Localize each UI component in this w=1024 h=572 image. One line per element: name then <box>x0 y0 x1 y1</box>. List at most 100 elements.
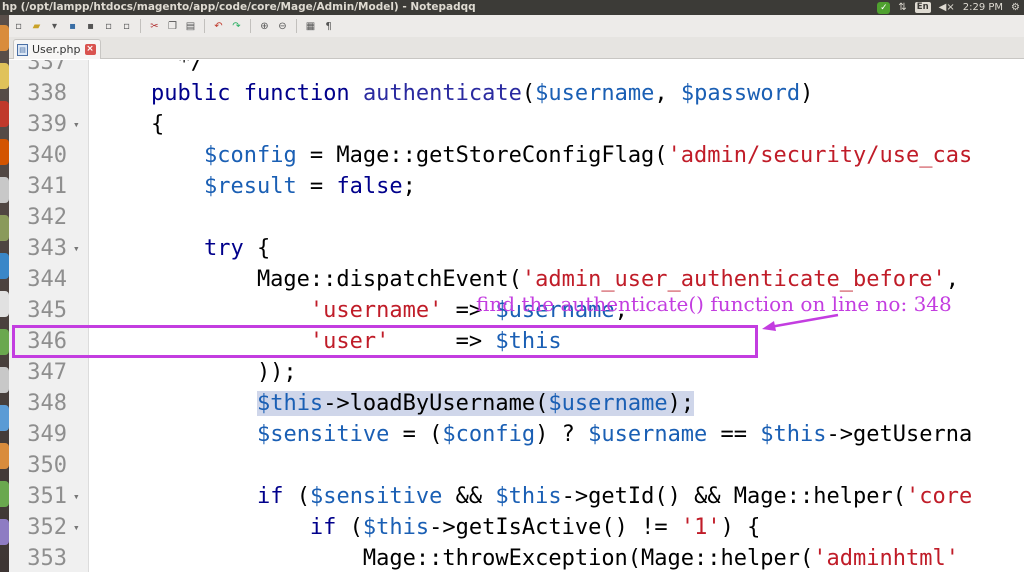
code-line[interactable]: 341 $result = false; <box>9 171 1024 202</box>
save-icon[interactable]: ▪ <box>66 20 79 33</box>
save-all-icon[interactable]: ▪ <box>84 20 97 33</box>
code-token: $this <box>495 484 562 509</box>
volume-icon[interactable]: ◀× <box>939 0 955 15</box>
launcher-item-icon[interactable] <box>0 253 9 279</box>
file-icon: ▤ <box>17 43 28 56</box>
window-title: hp (/opt/lampp/htdocs/magento/app/code/c… <box>2 1 476 13</box>
code-line[interactable]: 351 ▾ if ($sensitive && $this->getId() &&… <box>9 481 1024 512</box>
code-line[interactable]: 353 Mage::throwException(Mage::helper('a… <box>9 543 1024 572</box>
reload-icon[interactable]: ▾ <box>48 20 61 33</box>
code-token: = <box>296 174 337 199</box>
fold-marker-icon[interactable]: ▾ <box>73 109 80 140</box>
code-token: ( <box>336 515 363 540</box>
launcher-item-icon[interactable] <box>0 63 9 89</box>
code-line[interactable]: 348 $this->loadByUsername($username); <box>9 388 1024 419</box>
code-token: && <box>442 484 496 509</box>
network-icon[interactable]: ⇅ <box>898 0 906 15</box>
code-token: ; <box>402 174 416 199</box>
line-number: 337 <box>27 60 67 75</box>
code-text: $result = false; <box>98 171 416 202</box>
fold-marker-icon[interactable]: ▾ <box>73 512 80 543</box>
code-line[interactable]: 343 ▾ try { <box>9 233 1024 264</box>
code-token: $username <box>548 391 668 416</box>
launcher-item-icon[interactable] <box>0 443 9 469</box>
new-file-icon[interactable]: ▫ <box>12 20 25 33</box>
code-token: $result <box>203 174 297 199</box>
close-all-icon[interactable]: ▫ <box>120 20 133 33</box>
code-token: , <box>945 267 959 292</box>
line-number: 351 <box>27 484 67 509</box>
settings-gear-icon[interactable]: ⚙ <box>1011 0 1020 15</box>
highlight-box <box>12 325 758 358</box>
code-token: $username <box>535 81 655 106</box>
code-line[interactable]: 349 $sensitive = ($config) ? $username =… <box>9 419 1024 450</box>
code-token: ) <box>800 81 814 106</box>
code-token: = ( <box>389 422 443 447</box>
zoom-in-icon[interactable]: ⊕ <box>258 20 271 33</box>
launcher-item-icon[interactable] <box>0 177 9 203</box>
code-line[interactable]: 350 <box>9 450 1024 481</box>
annotation-text: find the authenticate() function on line… <box>476 292 952 316</box>
code-line[interactable]: 337 */ <box>9 60 1024 78</box>
code-text: if ($sensitive && $this->getId() && Mage… <box>98 481 972 512</box>
tab-bar: ▤ User.php × <box>9 37 1024 59</box>
launcher-item-icon[interactable] <box>0 215 9 241</box>
code-token: if <box>256 484 284 509</box>
code-line[interactable]: 342 <box>9 202 1024 233</box>
zoom-out-icon[interactable]: ⊖ <box>276 20 289 33</box>
code-text: */ <box>98 60 204 78</box>
line-number: 343 <box>27 236 67 261</box>
unity-launcher <box>0 15 9 572</box>
launcher-item-icon[interactable] <box>0 139 9 165</box>
launcher-item-icon[interactable] <box>0 481 9 507</box>
code-line[interactable]: 340 $config = Mage::getStoreConfigFlag('… <box>9 140 1024 171</box>
launcher-item-icon[interactable] <box>0 291 9 317</box>
code-text: Mage::throwException(Mage::helper('admin… <box>98 543 959 572</box>
code-token: function <box>243 81 350 106</box>
launcher-item-icon[interactable] <box>0 367 9 393</box>
code-editor[interactable]: 337 */338 public function authenticate($… <box>9 60 1024 572</box>
code-token: $this <box>256 391 324 416</box>
clock[interactable]: 2:29 PM <box>963 0 1003 15</box>
cut-icon[interactable]: ✂ <box>148 20 161 33</box>
code-line[interactable]: 339 ▾ { <box>9 109 1024 140</box>
line-number: 347 <box>27 360 67 385</box>
close-tab-icon[interactable]: × <box>84 44 96 55</box>
code-token: false <box>336 174 403 199</box>
close-file-icon[interactable]: ▫ <box>102 20 115 33</box>
launcher-item-icon[interactable] <box>0 329 9 355</box>
code-token: , <box>654 81 681 106</box>
code-token: = Mage::getStoreConfigFlag( <box>296 143 668 168</box>
fold-marker-icon[interactable]: ▾ <box>73 481 80 512</box>
launcher-item-icon[interactable] <box>0 25 9 51</box>
code-token: { <box>243 236 271 261</box>
paste-icon[interactable]: ▤ <box>184 20 197 33</box>
tab-user-php[interactable]: ▤ User.php × <box>13 39 101 59</box>
keyboard-language-indicator[interactable]: En <box>914 2 931 13</box>
code-token: ->getIsActive() != <box>429 515 681 540</box>
update-check-icon[interactable]: ✓ <box>877 1 891 14</box>
launcher-item-icon[interactable] <box>0 405 9 431</box>
line-number: 348 <box>27 391 67 416</box>
show-all-characters-icon[interactable]: ¶ <box>322 20 335 33</box>
code-text: $config = Mage::getStoreConfigFlag('admi… <box>98 140 972 171</box>
code-line[interactable]: 352 ▾ if ($this->getIsActive() != '1') { <box>9 512 1024 543</box>
undo-icon[interactable]: ↶ <box>212 20 225 33</box>
code-token: Mage::throwException(Mage::helper( <box>98 546 814 571</box>
code-line[interactable]: 347 )); <box>9 357 1024 388</box>
code-text: Mage::dispatchEvent('admin_user_authenti… <box>98 264 959 295</box>
word-wrap-icon[interactable]: ▦ <box>304 20 317 33</box>
code-text: try { <box>98 233 270 264</box>
code-line[interactable]: 344 Mage::dispatchEvent('admin_user_auth… <box>9 264 1024 295</box>
launcher-item-icon[interactable] <box>0 519 9 545</box>
redo-icon[interactable]: ↷ <box>230 20 243 33</box>
copy-icon[interactable]: ❐ <box>166 20 179 33</box>
fold-marker-icon[interactable]: ▾ <box>73 233 80 264</box>
code-text: if ($this->getIsActive() != '1') { <box>98 512 760 543</box>
launcher-item-icon[interactable] <box>0 101 9 127</box>
open-folder-icon[interactable]: ▰ <box>30 20 43 33</box>
code-line[interactable]: 338 public function authenticate($userna… <box>9 78 1024 109</box>
